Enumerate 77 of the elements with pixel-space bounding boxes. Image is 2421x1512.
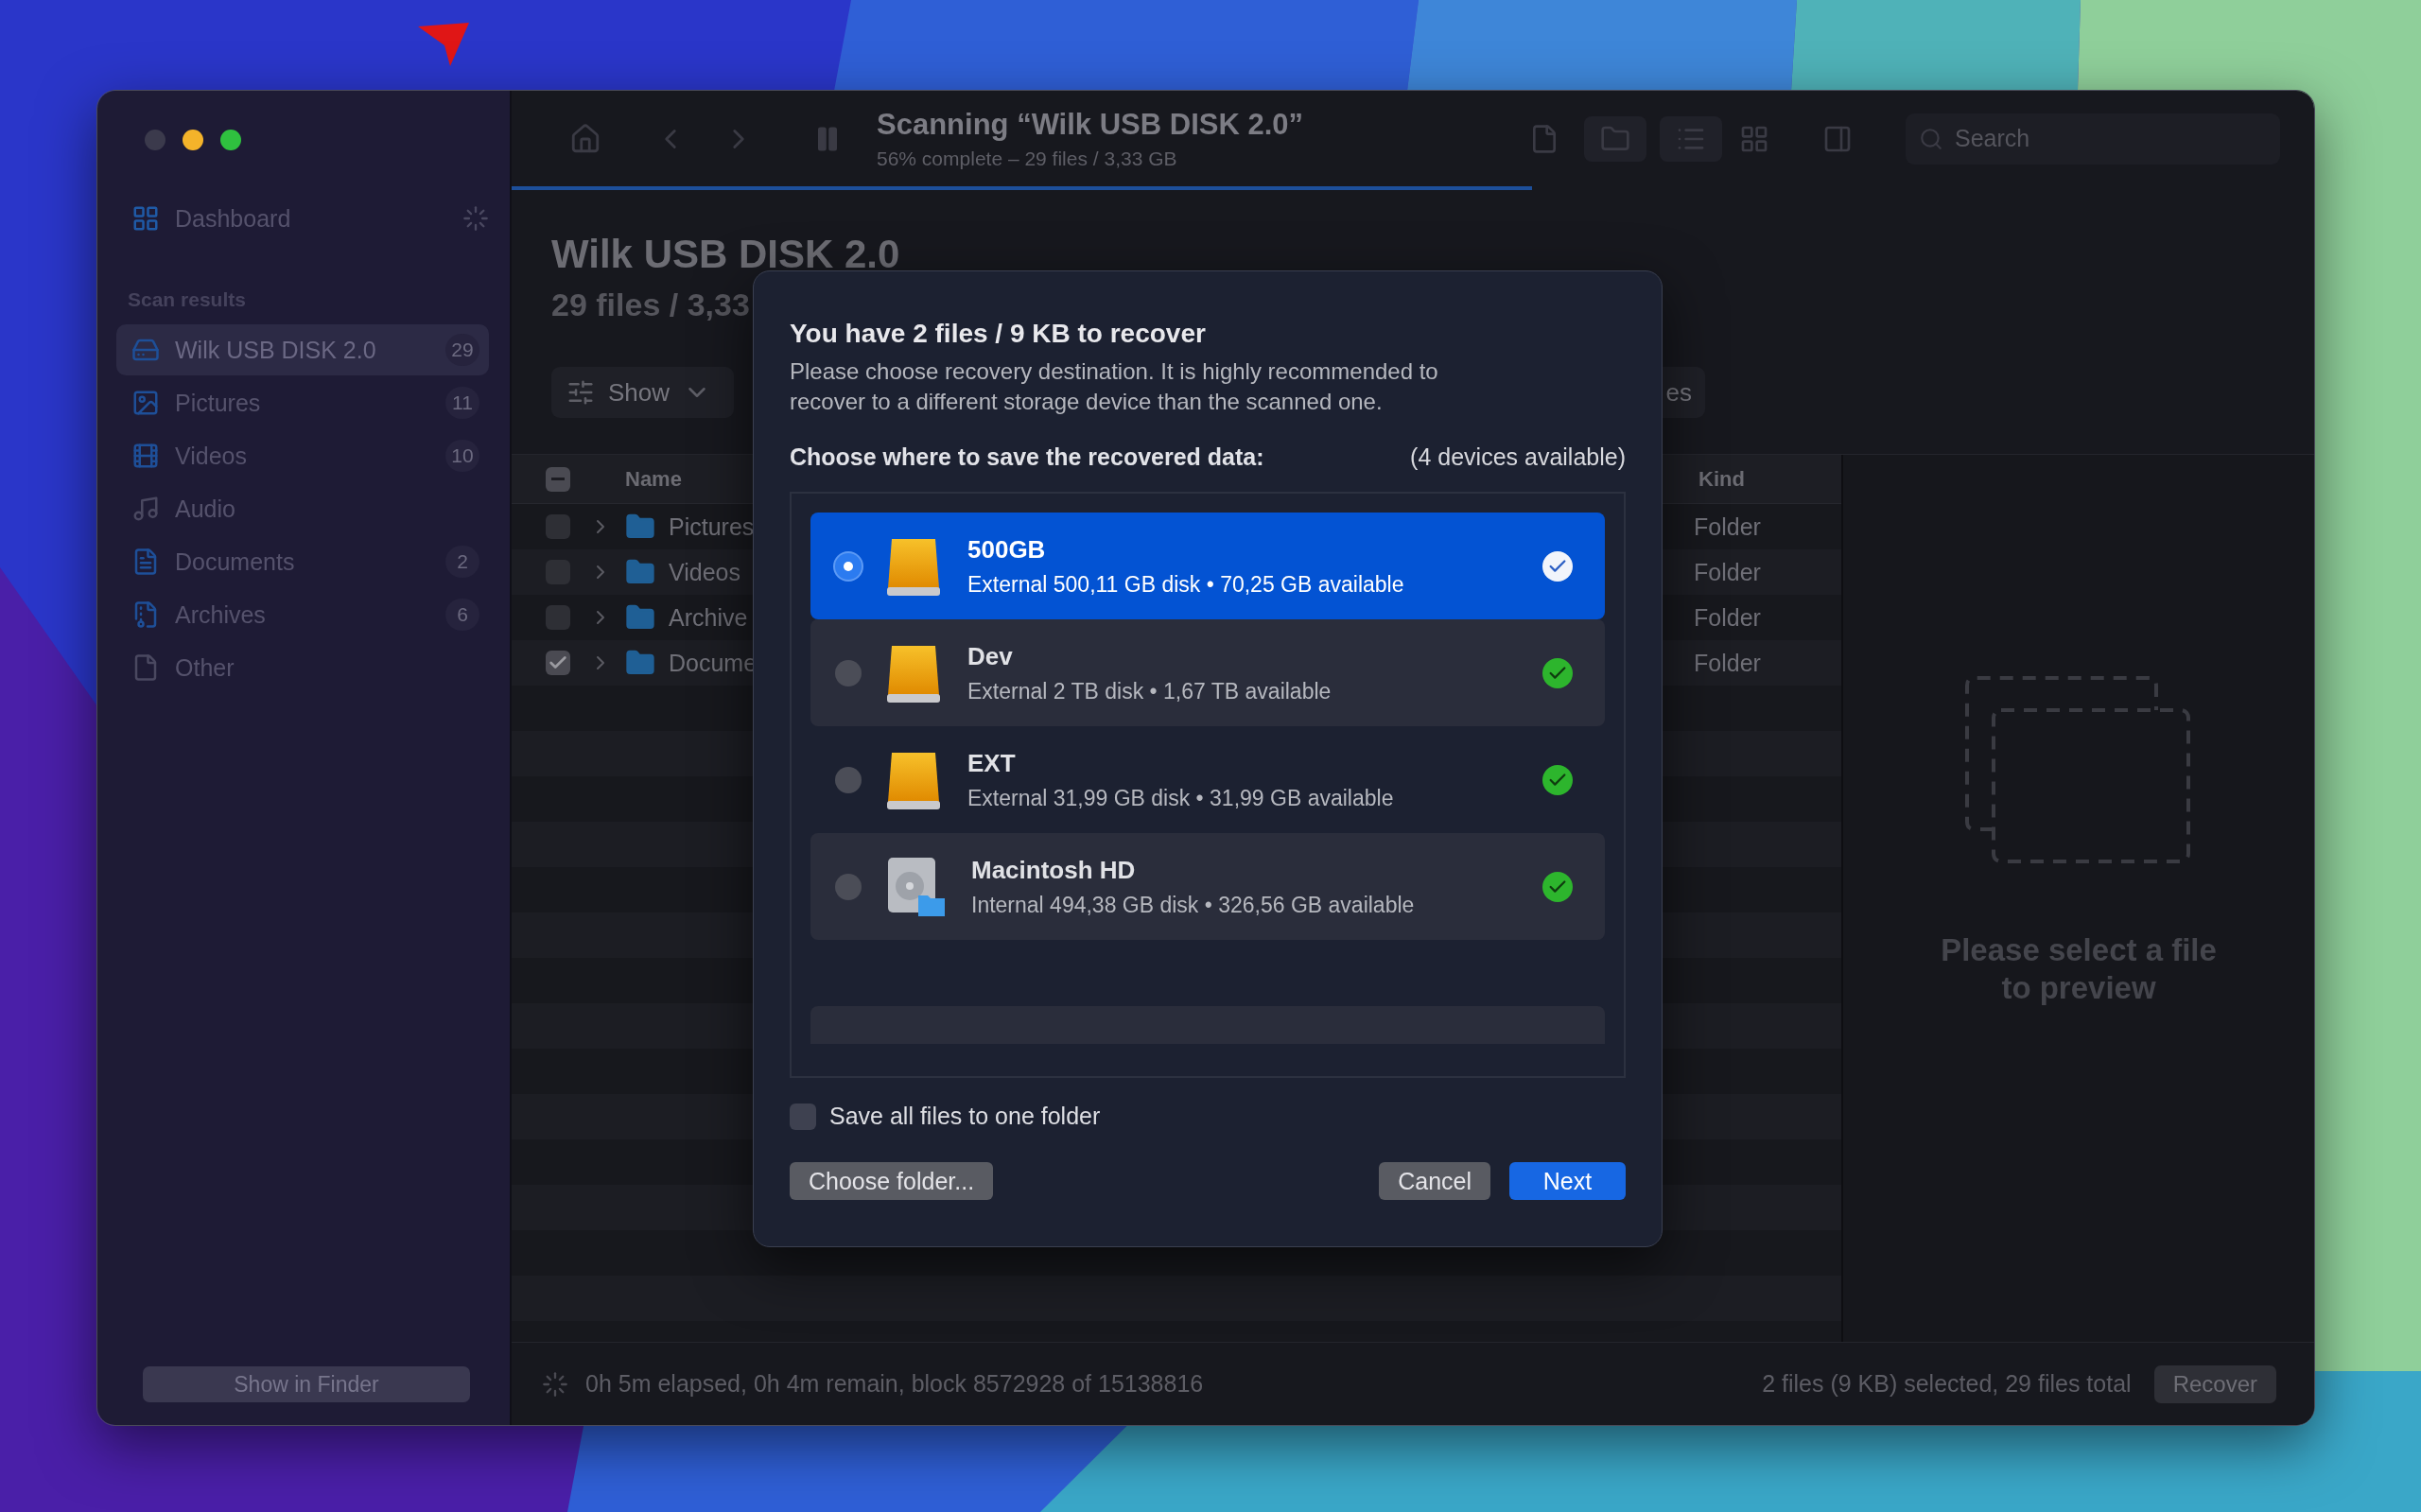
table-cell: Pictures [669,513,755,541]
checkbox[interactable] [790,1103,816,1130]
spinner-icon [542,1370,568,1398]
scan-title: Scanning “Wilk USB DISK 2.0” [877,107,1305,142]
radio-button[interactable] [835,552,862,580]
folder-button[interactable] [1584,115,1646,162]
row-checkbox[interactable] [546,514,570,539]
table-cell: Folder [1694,513,1761,541]
disk-summary: 29 files / 3,33 [551,287,751,323]
device-details: External 500,11 GB disk • 70,25 GB available [967,571,1405,598]
sidebar-label: Wilk USB DISK 2.0 [175,336,376,364]
minimize-button[interactable] [183,130,203,150]
search-icon [1919,126,1943,151]
device-name: EXT [967,748,1017,778]
table-cell: Videos [669,558,740,586]
row-checkbox[interactable] [546,605,570,630]
image-icon [131,389,160,417]
radio-button[interactable] [835,873,862,900]
count-badge: 6 [445,599,479,631]
device-row[interactable]: 500GB External 500,11 GB disk • 70,25 GB available [810,513,1605,619]
scan-status-text: 0h 5m elapsed, 0h 4m remain, block 8572928 of 15138816 [585,1370,1204,1398]
dialog-title: You have 2 files / 9 KB to recover [790,319,1207,349]
radio-button[interactable] [835,766,862,793]
checkbox-label: Save all files to one folder [829,1103,1101,1130]
table-cell: Folder [1694,603,1761,632]
home-icon [569,122,601,155]
placeholder-icon [1965,676,2192,866]
spinner-icon [462,205,489,232]
column-header[interactable]: Name [625,466,682,492]
count-badge: 29 [445,334,479,366]
cancel-button[interactable]: Cancel [1379,1162,1490,1200]
sliders-icon [566,378,595,407]
device-details: External 31,99 GB disk • 31,99 GB available [967,785,1395,811]
choose-folder-button[interactable]: Choose folder... [790,1162,994,1200]
show-button[interactable]: Show [551,367,734,418]
device-name: Macintosh HD [971,855,1137,885]
close-button[interactable] [145,130,165,150]
disk-title: Wilk USB DISK 2.0 [551,232,901,277]
recover-button[interactable]: Recover [2153,1364,2276,1403]
column-header[interactable]: Kind [1698,466,1745,492]
count-badge: 10 [445,440,479,472]
radio-button[interactable] [835,659,862,686]
selection-summary: 2 files (9 KB) selected, 29 files total [1762,1370,2132,1398]
grid-icon [131,204,160,233]
pointer-icon [416,21,471,68]
scan-progress-text: 56% complete – 29 files / 3,33 GB [877,147,1178,170]
music-note-icon [131,495,160,523]
table-cell: Docume [669,649,758,677]
table-cell: Archive [669,603,748,632]
list-view-button[interactable] [1660,115,1722,162]
sidebar-item[interactable]: Wilk USB DISK 2.0 29 [116,324,489,375]
device-row[interactable]: Dev External 2 TB disk • 1,67 TB available [810,619,1605,726]
device-row[interactable]: EXT External 31,99 GB disk • 31,99 GB available [810,726,1605,833]
count-badge: 2 [445,546,479,578]
destination-prompt: Choose where to save the recovered data: [790,443,1264,471]
table-cell: Folder [1694,558,1761,586]
zoom-button[interactable] [220,130,241,150]
check-icon [1542,657,1573,688]
select-all-checkbox[interactable] [546,466,570,492]
device-name: 500GB [967,534,1047,565]
device-name: Dev [967,641,1014,671]
device-details: Internal 494,38 GB disk • 326,56 GB available [971,892,1416,918]
check-icon [1542,871,1573,902]
film-icon [131,442,160,470]
check-icon [1542,550,1573,582]
dialog-description: Please choose recovery destination. It is highly recommended to recover to a different storage device than the scanned one. [790,357,1439,416]
check-icon [1542,764,1573,795]
filter-button[interactable]: es [1662,367,1705,418]
device-row[interactable]: Macintosh HD Internal 494,38 GB disk • 326,56 GB available [810,833,1605,940]
device-count: (4 devices available) [1410,443,1626,471]
table-cell: Folder [1694,649,1761,677]
show-in-finder-button[interactable]: Show in Finder [143,1366,470,1402]
row-checkbox[interactable] [546,651,570,675]
device-details: External 2 TB disk • 1,67 TB available [967,678,1332,704]
search-field[interactable]: Search [1906,113,2280,165]
count-badge: 11 [445,387,479,419]
next-button[interactable]: Next [1509,1162,1626,1200]
